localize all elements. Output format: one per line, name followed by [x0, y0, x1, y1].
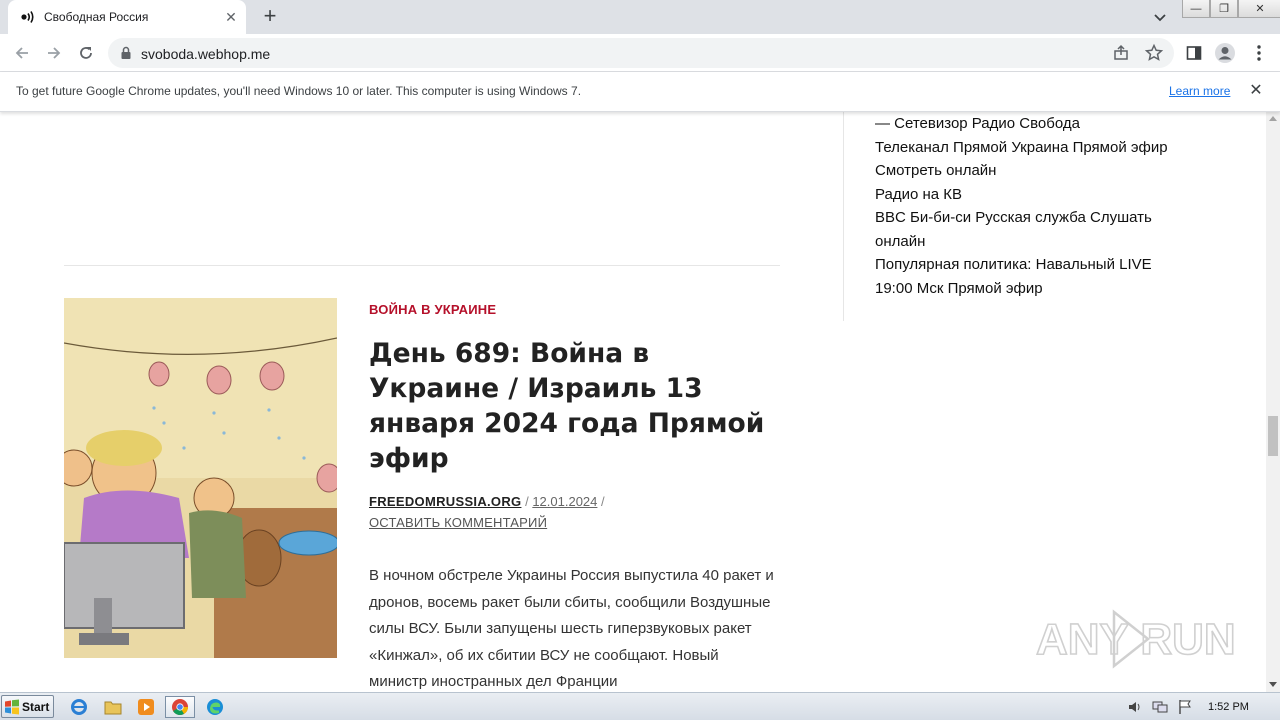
side-panel-icon: [1186, 46, 1202, 60]
taskbar-clock[interactable]: 1:52 PM: [1208, 701, 1249, 713]
windows-logo-icon: [5, 699, 19, 714]
sidebar-link[interactable]: Смотреть онлайн: [875, 159, 1205, 183]
sidebar-link[interactable]: 19:00 Мск Прямой эфир: [875, 277, 1205, 301]
update-infobar: To get future Google Chrome updates, you…: [0, 72, 1280, 112]
windows-taskbar: Start 1:52 PM: [0, 692, 1280, 720]
internet-explorer-icon: [71, 699, 87, 715]
page-content: — Сетевизор Радио Свобода Телеканал Прям…: [0, 112, 1266, 692]
meta-separator: /: [525, 494, 529, 509]
sidebar-link[interactable]: Радио на КВ: [875, 183, 1205, 207]
anyrun-watermark-logo: ANY RUN: [1036, 609, 1236, 669]
bookmark-star-icon[interactable]: [1144, 43, 1164, 63]
watermark-text: ANY RUN: [1036, 615, 1236, 664]
sidebar-link[interactable]: онлайн: [875, 230, 1205, 254]
chevron-down-icon[interactable]: [1150, 7, 1170, 27]
menu-button[interactable]: [1248, 42, 1270, 64]
kebab-menu-icon: [1257, 45, 1261, 61]
new-tab-button[interactable]: +: [258, 5, 282, 29]
chrome-icon: [172, 699, 188, 715]
scroll-down-icon[interactable]: [1269, 682, 1277, 687]
article-excerpt: В ночном обстреле Украины Россия выпусти…: [369, 567, 774, 690]
learn-more-link[interactable]: Learn more: [1169, 84, 1230, 98]
arrow-right-icon: [48, 47, 61, 59]
infobar-message: To get future Google Chrome updates, you…: [16, 84, 582, 98]
sidebar-link[interactable]: Телеканал Прямой Украина Прямой эфир: [875, 136, 1205, 160]
arrow-left-icon: [15, 47, 28, 59]
sidebar-link[interactable]: Популярная политика: Навальный LIVE: [875, 253, 1205, 277]
minimize-button[interactable]: —: [1182, 0, 1210, 18]
taskbar-explorer[interactable]: [101, 696, 125, 718]
taskbar-media-player[interactable]: [134, 696, 158, 718]
article-date[interactable]: 12.01.2024: [532, 494, 597, 509]
browser-toolbar: svoboda.webhop.me: [0, 34, 1280, 72]
network-icon[interactable]: [1152, 700, 1168, 714]
article-title[interactable]: День 689: Война в Украине / Израиль 13 я…: [369, 336, 779, 476]
article-author[interactable]: FREEDOMRUSSIA.ORG: [369, 494, 521, 509]
scroll-up-icon[interactable]: [1269, 116, 1277, 121]
url-text[interactable]: svoboda.webhop.me: [141, 46, 270, 62]
reload-icon: [80, 47, 92, 59]
scrollbar-thumb[interactable]: [1268, 416, 1278, 456]
radio-wave-icon: [21, 11, 34, 23]
avatar-icon: [1215, 43, 1235, 63]
media-player-icon: [138, 699, 154, 715]
sidebar-link-list: — Сетевизор Радио Свобода Телеканал Прям…: [875, 112, 1205, 300]
reload-button[interactable]: [74, 41, 98, 65]
article-category[interactable]: ВОЙНА В УКРАИНЕ: [369, 302, 496, 317]
window-controls: — ❐ ✕: [1182, 0, 1280, 20]
tab-active[interactable]: Свободная Россия ✕: [8, 0, 246, 34]
leave-comment-link[interactable]: ОСТАВИТЬ КОММЕНТАРИЙ: [369, 515, 547, 530]
start-button[interactable]: Start: [1, 695, 54, 718]
tab-title: Свободная Россия: [44, 10, 149, 24]
edge-icon: [207, 699, 223, 715]
forward-button[interactable]: [42, 41, 66, 65]
vertical-scrollbar[interactable]: [1266, 112, 1280, 692]
divider: [64, 265, 780, 266]
address-bar[interactable]: svoboda.webhop.me: [108, 38, 1174, 68]
share-icon[interactable]: [1112, 44, 1130, 62]
folder-icon: [104, 701, 122, 715]
volume-icon[interactable]: [1128, 700, 1142, 714]
sidebar-link[interactable]: BBC Би-би-си Русская служба Слушать: [875, 206, 1205, 230]
tab-close-icon[interactable]: ✕: [222, 8, 240, 26]
action-center-flag-icon[interactable]: [1178, 699, 1192, 715]
start-label: Start: [22, 699, 50, 714]
window-close-button[interactable]: ✕: [1238, 0, 1280, 18]
tab-strip: Свободная Россия ✕ + — ❐ ✕: [0, 0, 1280, 34]
sidebar-divider: [843, 112, 844, 321]
article-thumbnail[interactable]: [64, 298, 337, 658]
profile-button[interactable]: [1214, 42, 1236, 64]
article-meta: FREEDOMRUSSIA.ORG / 12.01.2024 / ОСТАВИТ…: [369, 491, 769, 533]
taskbar-ie[interactable]: [67, 696, 91, 718]
taskbar-chrome[interactable]: [165, 696, 195, 718]
infobar-close-icon[interactable]: ✕: [1247, 82, 1265, 100]
system-tray: [1120, 693, 1280, 721]
side-panel-button[interactable]: [1183, 42, 1205, 64]
meta-separator: /: [601, 494, 605, 509]
sidebar-link[interactable]: — Сетевизор Радио Свобода: [875, 112, 1205, 136]
back-button[interactable]: [10, 41, 34, 65]
taskbar-edge[interactable]: [203, 696, 227, 718]
lock-icon[interactable]: [120, 46, 132, 60]
restore-button[interactable]: ❐: [1210, 0, 1238, 18]
